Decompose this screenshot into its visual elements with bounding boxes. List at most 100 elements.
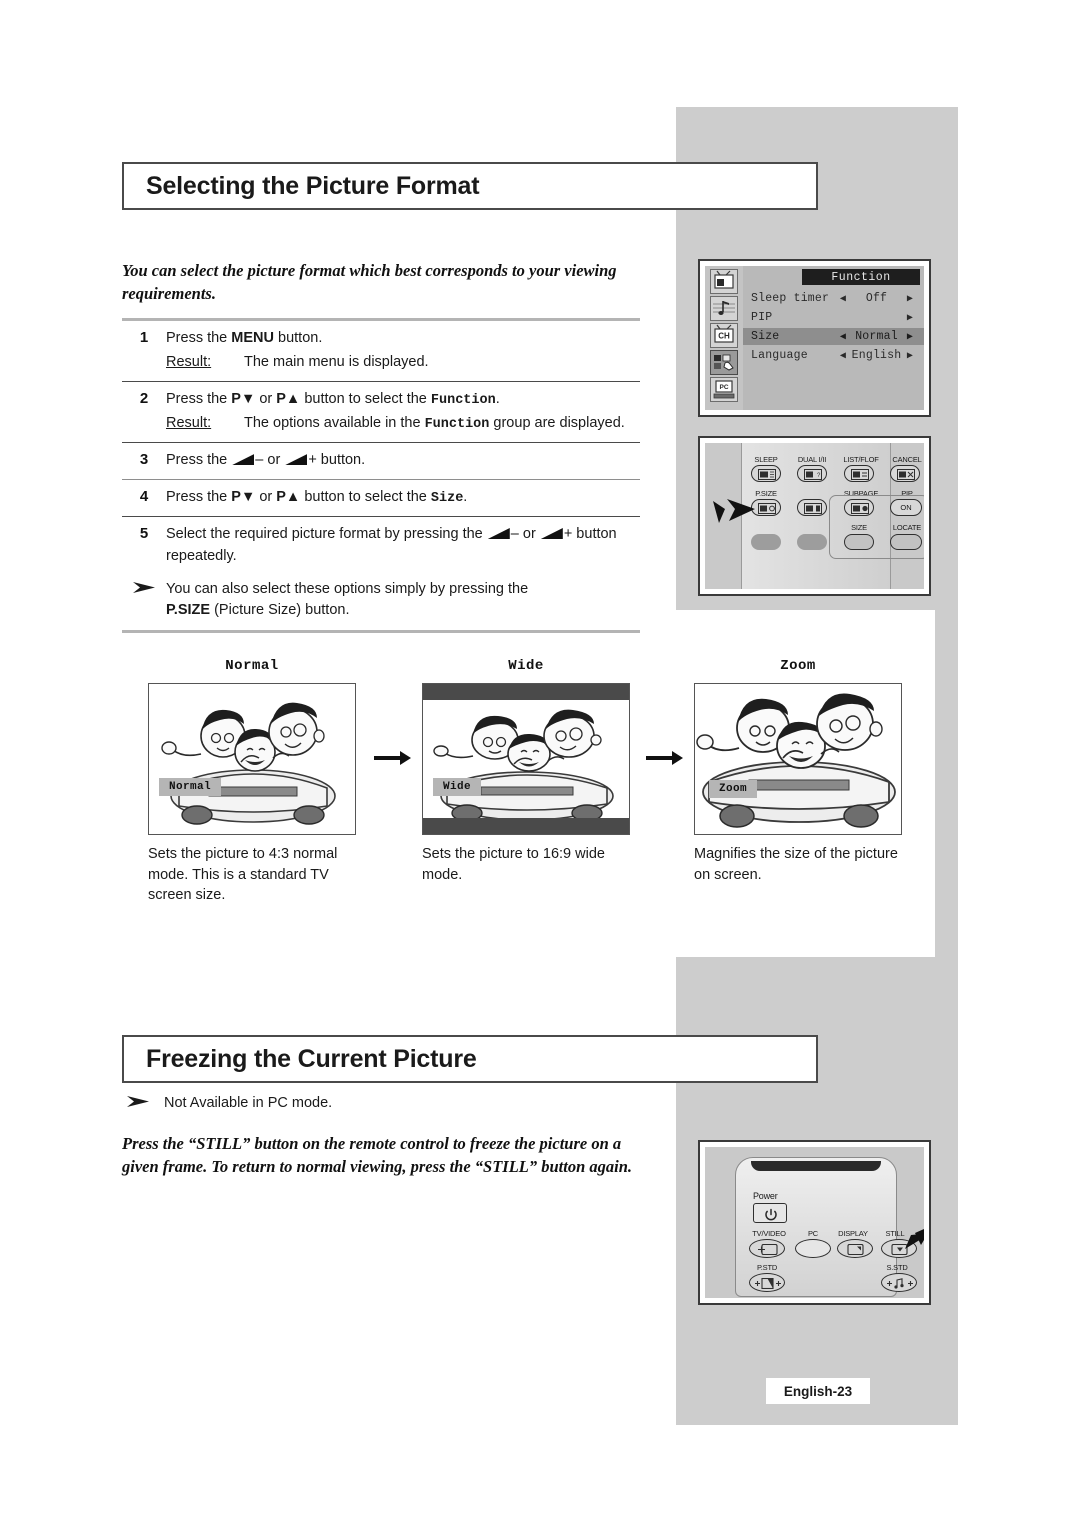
osd-right-arrow-icon[interactable]: ▶ — [902, 312, 918, 324]
rule-bottom — [122, 630, 640, 633]
freeze-note-row: Not Available in PC mode. — [126, 1093, 646, 1115]
locate-button[interactable] — [890, 534, 922, 550]
osd-row-label: Language — [751, 349, 808, 362]
osd-left-arrow-icon[interactable]: ◀ — [835, 331, 851, 343]
example-zoom: Zoom Zoom Magnifies the size of the pict… — [694, 658, 902, 885]
list-flof-label: LIST/FLOF — [843, 455, 879, 464]
step-list: 1 Press the MENU button. Result: The mai… — [122, 318, 640, 633]
step-number: 4 — [139, 487, 149, 505]
pip-on-button[interactable]: ON — [890, 499, 922, 516]
list-flof-button[interactable] — [844, 465, 874, 482]
osd-menu-screenshot: CH PC Function Sleep timer ◀ Off ▶ PIP ▶… — [698, 259, 931, 417]
example-caption: Magnifies the size of the picture on scr… — [694, 846, 898, 883]
note-bold-token: P.SIZE — [166, 602, 211, 619]
blank-button-2[interactable] — [797, 534, 827, 550]
pc-button[interactable] — [795, 1239, 831, 1258]
example-caption: Sets the picture to 4:3 normal mode. Thi… — [148, 846, 338, 904]
note-text: You can also select these options simply… — [166, 579, 640, 623]
osd-left-arrow-icon[interactable]: ◀ — [835, 350, 851, 362]
freeze-body-paragraph: Press the “STILL” button on the remote c… — [122, 1134, 633, 1177]
osd-row-size[interactable]: Size ◀ Normal ▶ — [743, 328, 924, 345]
picture-icon — [710, 269, 738, 294]
cancel-label: CANCEL — [892, 455, 922, 464]
power-label: Power — [753, 1191, 778, 1201]
volume-down-icon — [232, 454, 255, 465]
osd-right-arrow-icon[interactable]: ▶ — [902, 350, 918, 362]
step-text-after: button to select the — [300, 488, 431, 505]
section-heading-freeze: Freezing the Current Picture — [122, 1035, 818, 1083]
subpage-button[interactable] — [844, 499, 874, 516]
pc-icon: PC — [710, 377, 738, 402]
sleep-label: SLEEP — [754, 455, 778, 464]
step-row: 4 Press the P▼ or P▲ button to select th… — [122, 480, 640, 516]
step-text-before: Press the — [166, 390, 232, 407]
volume-up-icon — [540, 528, 563, 539]
power-button[interactable] — [753, 1203, 787, 1223]
osd-title-bar: Function — [802, 269, 920, 285]
remote-ir-window — [751, 1161, 881, 1171]
step-text-mid: or — [263, 452, 285, 468]
example-normal: Normal Normal Sets the picture to 4:3 no… — [148, 658, 356, 906]
result-label: Result: — [166, 353, 212, 370]
size-button[interactable] — [844, 534, 874, 550]
step-number: 3 — [139, 451, 149, 468]
teletext-button[interactable] — [797, 499, 827, 516]
osd-icon-sidebar: CH PC — [705, 266, 743, 410]
svg-text:PC: PC — [719, 384, 728, 391]
cancel-button[interactable] — [890, 465, 920, 482]
dual-button[interactable]: ? — [797, 465, 827, 482]
remote-control-top-diagram: SLEEP DUAL I/II LIST/FLOF CANCEL ? P.SIZ… — [698, 436, 931, 596]
step-mono-token: Function — [430, 392, 496, 408]
display-button[interactable] — [837, 1239, 873, 1258]
osd-row-pip[interactable]: PIP ▶ — [751, 309, 918, 326]
step-tail: . — [495, 390, 500, 407]
intro-paragraph-picture-format: You can select the picture format which … — [122, 261, 617, 304]
page-footer-badge: English-23 — [766, 1378, 870, 1404]
step-text-mid: or — [255, 488, 277, 505]
step-row: 1 Press the MENU button. Result: The mai… — [122, 321, 640, 381]
sstd-button[interactable] — [881, 1273, 917, 1292]
result-line: Result: The options available in the Fun… — [166, 413, 640, 435]
result-text-post: group are displayed. — [489, 414, 625, 431]
step-text: Select the required picture format by pr… — [166, 524, 640, 568]
channel-icon: CH — [710, 323, 738, 348]
volume-plus-sign: + — [308, 452, 317, 468]
example-screen: Zoom — [694, 683, 902, 835]
letterbox-bar-bottom — [423, 818, 629, 834]
osd-row-language[interactable]: Language ◀ English ▶ — [751, 347, 918, 364]
step-text: Press the P▼ or P▲ button to select the … — [166, 487, 640, 509]
step-bold-token: MENU — [231, 330, 274, 346]
sleep-button[interactable] — [751, 465, 781, 482]
result-label: Result: — [166, 414, 212, 431]
example-caption: Sets the picture to 16:9 wide mode. — [422, 846, 605, 883]
pip-on-label: ON — [900, 503, 912, 512]
mode-badge: Wide — [433, 778, 482, 796]
step-bold-token-2: P▲ — [276, 488, 301, 505]
pstd-button[interactable] — [749, 1273, 785, 1292]
step-mono-token: Size — [430, 490, 464, 506]
volume-minus-sign: – — [510, 526, 519, 542]
step-text-after: button. — [316, 452, 366, 468]
step-text: Press the – or + button. — [166, 450, 640, 472]
svg-text:CH: CH — [718, 332, 730, 341]
locate-label: LOCATE — [892, 523, 922, 532]
size-label: SIZE — [851, 523, 867, 532]
arrow-bullet-icon — [126, 1093, 164, 1115]
step-bold-token-2: P▲ — [276, 390, 301, 407]
osd-right-arrow-icon[interactable]: ▶ — [902, 293, 918, 305]
tv-scene-illustration — [433, 709, 614, 822]
note-line-1: You can also select these options simply… — [166, 580, 529, 597]
page-title-freeze: Freezing the Current Picture — [146, 1044, 477, 1073]
osd-left-arrow-icon[interactable]: ◀ — [835, 293, 851, 305]
step-text-mid: or — [255, 390, 277, 407]
result-text-pre: The options available in the — [244, 414, 425, 431]
tv-video-button[interactable] — [749, 1239, 785, 1258]
blank-button-1[interactable] — [751, 534, 781, 550]
example-screen: Wide — [422, 683, 630, 835]
example-title: Normal — [225, 658, 279, 674]
step-tail: . — [463, 488, 468, 505]
osd-menu-body: Function Sleep timer ◀ Off ▶ PIP ▶ Size … — [743, 266, 924, 410]
osd-row-sleep-timer[interactable]: Sleep timer ◀ Off ▶ — [751, 290, 918, 307]
osd-right-arrow-icon[interactable]: ▶ — [902, 331, 918, 343]
result-text: The options available in the Function gr… — [244, 413, 625, 435]
